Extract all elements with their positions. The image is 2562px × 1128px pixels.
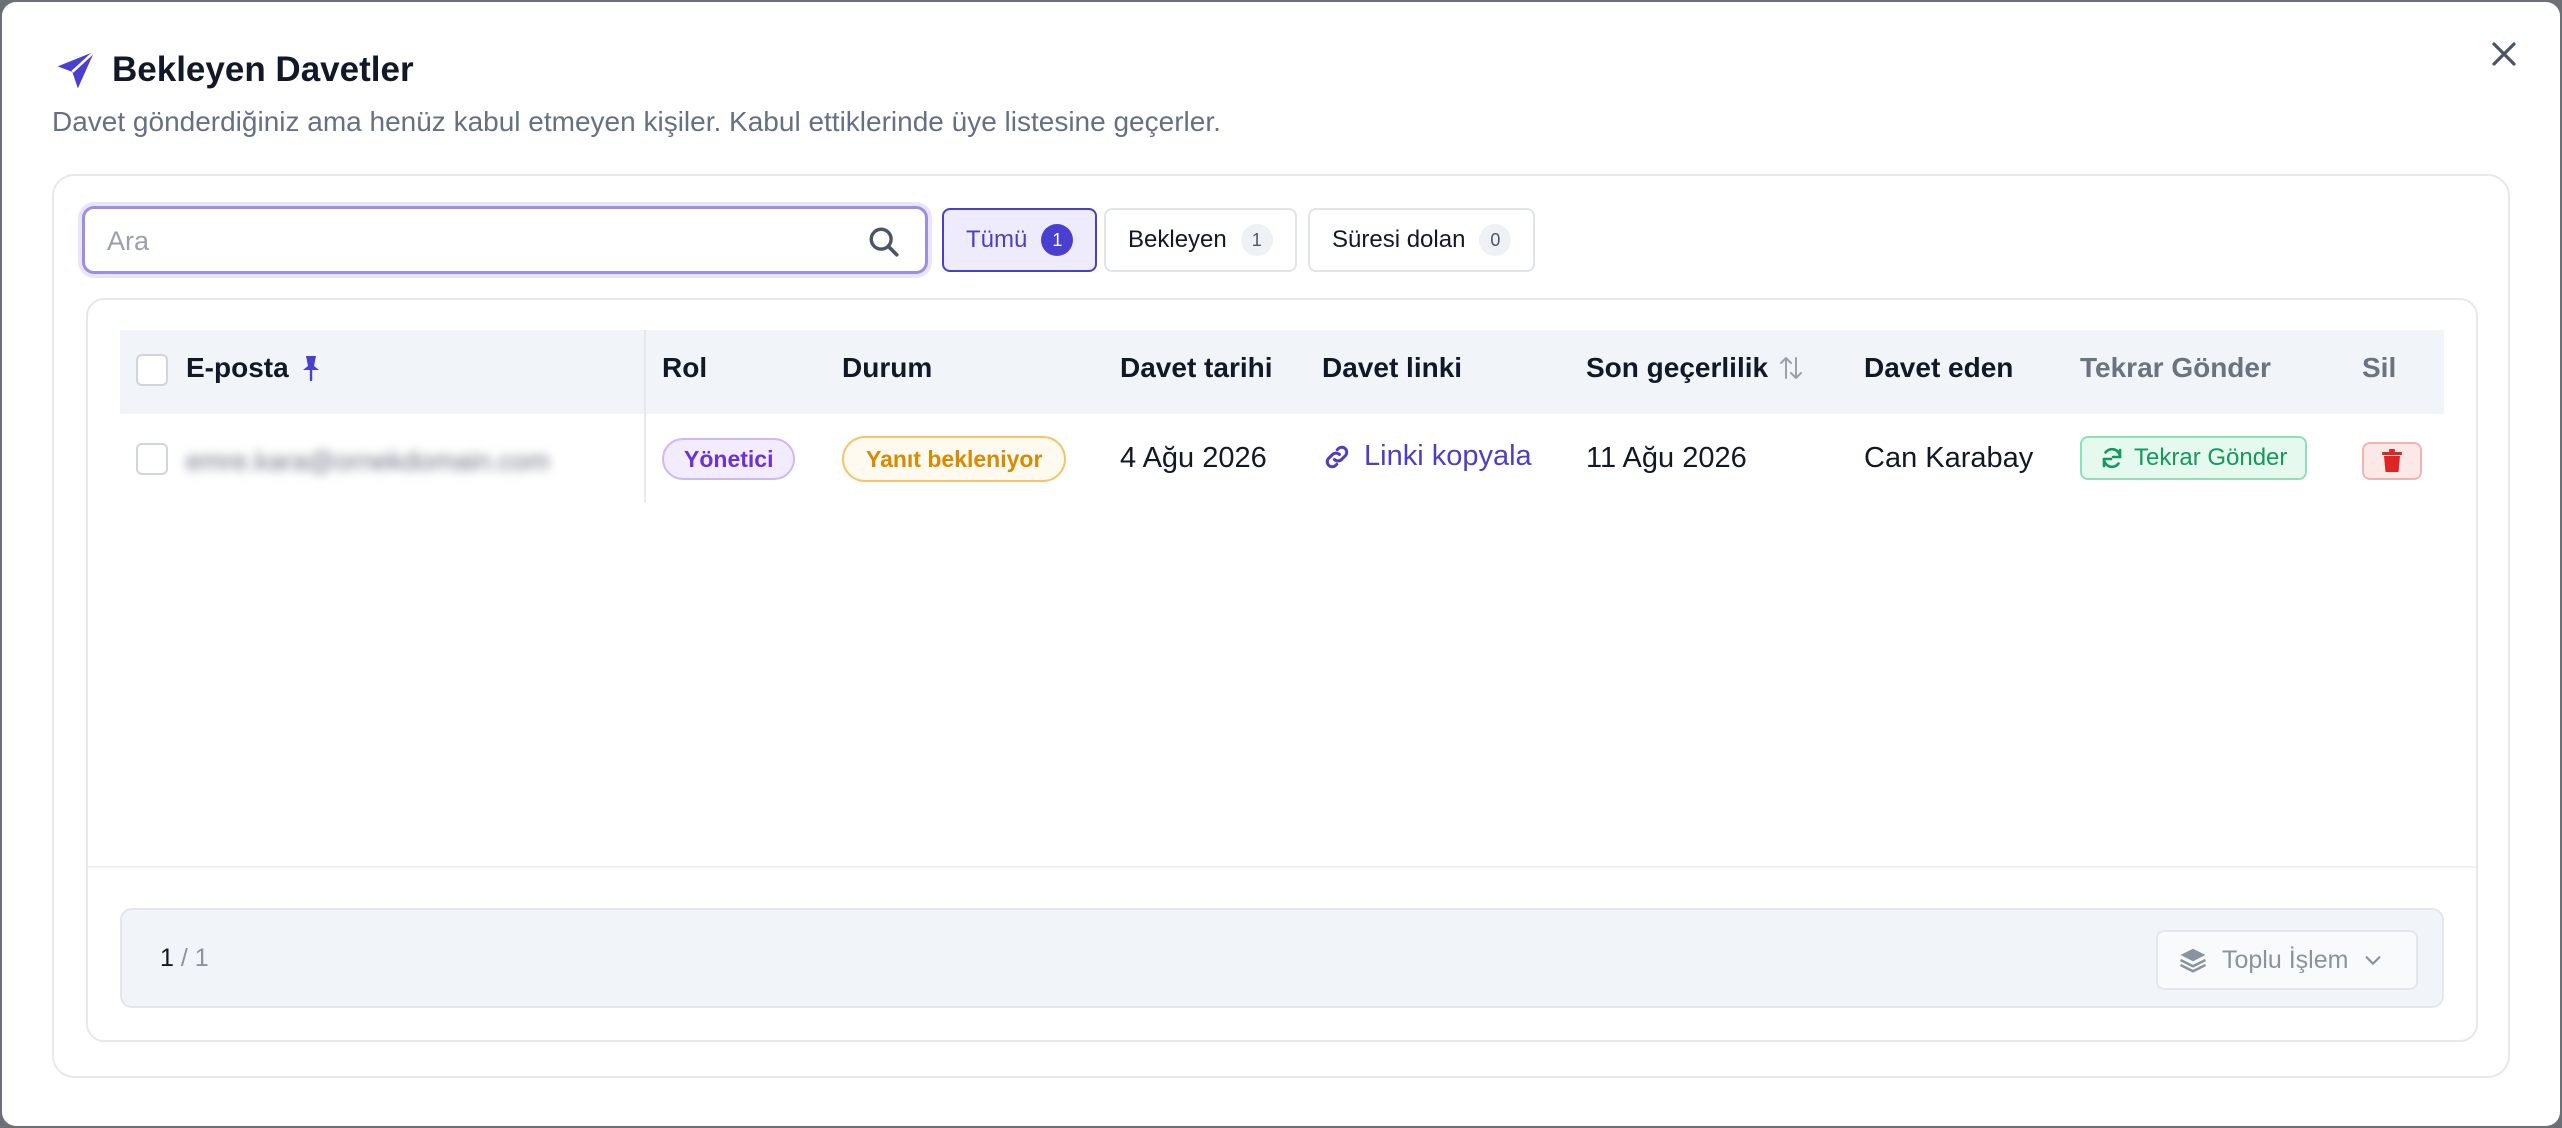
status-badge: Yanıt bekleniyor	[842, 436, 1067, 482]
search-input[interactable]	[107, 219, 847, 263]
row-invite-date: 4 Ağu 2026	[1120, 442, 1267, 474]
column-header-invited-by[interactable]: Davet eden	[1864, 352, 2013, 384]
chevron-down-icon	[2365, 956, 2381, 965]
sort-icon[interactable]	[1778, 354, 1804, 382]
column-expiry-label: Son geçerlilik	[1586, 352, 1769, 383]
close-icon	[2492, 42, 2516, 66]
column-header-invite-date[interactable]: Davet tarihi	[1120, 352, 1273, 384]
row-email: emre.kara@ornekdomain.com	[186, 446, 550, 476]
role-badge: Yönetici	[662, 438, 796, 480]
search-icon	[869, 227, 899, 257]
link-icon	[1325, 445, 1349, 468]
filter-expired-button[interactable]: Süresi dolan 0	[1308, 208, 1536, 272]
table-footer	[120, 908, 2444, 1008]
column-header-invite-link[interactable]: Davet linki	[1322, 352, 1462, 384]
pinned-column-divider	[644, 330, 646, 502]
bulk-action-button[interactable]: Toplu İşlem	[2156, 930, 2418, 990]
delete-button[interactable]	[2362, 442, 2422, 480]
filter-expired-label: Süresi dolan	[1332, 226, 1466, 253]
column-header-email[interactable]: E-posta	[186, 352, 323, 384]
copy-link-label: Linki kopyala	[1364, 440, 1532, 472]
trash-icon	[2382, 449, 2402, 472]
copy-link-button[interactable]: Linki kopyala	[1322, 440, 1532, 473]
layers-icon	[2179, 948, 2207, 973]
refresh-icon	[2102, 447, 2122, 469]
filter-expired-count: 0	[1479, 224, 1512, 256]
filter-pending-count: 1	[1240, 224, 1273, 256]
page-total: 1	[194, 944, 209, 972]
footer-divider	[88, 866, 2476, 868]
page-current: 1	[160, 944, 174, 972]
select-all-checkbox[interactable]	[136, 354, 168, 386]
send-icon	[57, 50, 96, 89]
row-invited-by: Can Karabay	[1864, 442, 2034, 474]
filter-pending-button[interactable]: Bekleyen 1	[1104, 208, 1297, 272]
column-header-delete: Sil	[2362, 352, 2397, 383]
column-header-role[interactable]: Rol	[662, 352, 707, 384]
close-button[interactable]	[2482, 32, 2526, 76]
filter-all-label: Tümü	[966, 226, 1028, 253]
pin-icon[interactable]	[299, 354, 323, 382]
pagination-info: 1 / 1	[160, 944, 209, 973]
filter-all-button[interactable]: Tümü 1	[942, 208, 1098, 272]
page-separator: /	[180, 944, 188, 972]
resend-button[interactable]: Tekrar Gönder	[2080, 436, 2308, 480]
filter-all-count: 1	[1041, 224, 1074, 256]
filter-pending-label: Bekleyen	[1128, 226, 1227, 253]
column-header-status[interactable]: Durum	[842, 352, 932, 384]
bulk-action-label: Toplu İşlem	[2222, 945, 2349, 974]
column-header-resend: Tekrar Gönder	[2080, 352, 2271, 383]
resend-label: Tekrar Gönder	[2134, 444, 2288, 471]
modal-title: Bekleyen Davetler	[112, 50, 414, 89]
row-expiry-date: 11 Ağu 2026	[1586, 442, 1747, 474]
modal-subtitle: Davet gönderdiğiniz ama henüz kabul etme…	[52, 106, 1221, 137]
row-checkbox[interactable]	[136, 443, 168, 475]
column-email-label: E-posta	[186, 352, 289, 383]
column-header-expiry[interactable]: Son geçerlilik	[1586, 352, 1804, 384]
search-box[interactable]	[82, 206, 928, 274]
